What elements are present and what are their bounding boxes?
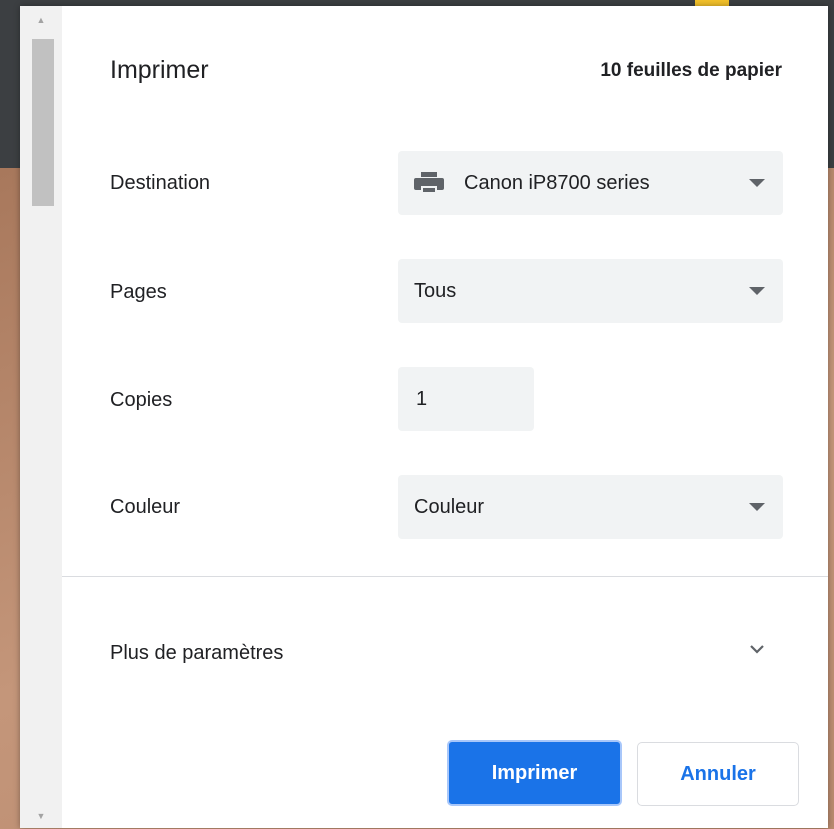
more-settings-toggle[interactable]: Plus de paramètres	[62, 616, 828, 676]
scrollbar[interactable]: ▲ ▼	[20, 6, 62, 828]
color-select[interactable]: Couleur	[398, 475, 783, 539]
pages-label: Pages	[110, 281, 167, 303]
chevron-down-icon	[750, 645, 764, 654]
color-value: Couleur	[414, 495, 485, 518]
sheet-count: 10 feuilles de papier	[600, 60, 782, 81]
print-dialog: ▲ ▼ Imprimer 10 feuilles de papier Desti…	[20, 6, 828, 828]
color-label: Couleur	[110, 496, 181, 518]
destination-label: Destination	[110, 172, 211, 194]
copies-label: Copies	[110, 389, 173, 411]
dropdown-arrow-icon	[749, 287, 765, 295]
print-button[interactable]: Imprimer	[447, 740, 622, 806]
copies-input[interactable]	[398, 367, 534, 431]
pages-select[interactable]: Tous	[398, 259, 783, 323]
more-settings-label: Plus de paramètres	[110, 642, 284, 664]
scroll-thumb[interactable]	[32, 39, 54, 206]
printer-icon	[414, 172, 444, 194]
cancel-button[interactable]: Annuler	[637, 742, 799, 806]
destination-value: Canon iP8700 series	[464, 171, 650, 194]
dropdown-arrow-icon	[749, 179, 765, 187]
pages-value: Tous	[414, 279, 457, 302]
dialog-title: Imprimer	[110, 56, 209, 84]
scroll-up-arrow-icon[interactable]: ▲	[20, 8, 62, 32]
print-settings-panel: Imprimer 10 feuilles de papier Destinati…	[62, 6, 828, 828]
section-divider	[62, 576, 828, 577]
dropdown-arrow-icon	[749, 503, 765, 511]
destination-select[interactable]: Canon iP8700 series	[398, 151, 783, 215]
scroll-down-arrow-icon[interactable]: ▼	[20, 804, 62, 828]
